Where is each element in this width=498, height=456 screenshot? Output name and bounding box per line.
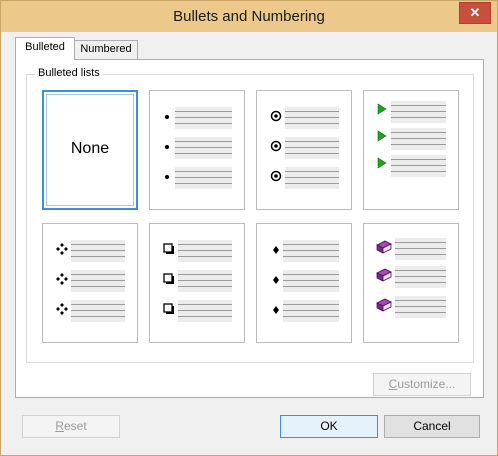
list-item [257, 270, 351, 294]
purple-book-bullet-icon [376, 240, 392, 254]
ok-button[interactable]: OK [280, 415, 378, 438]
list-item [364, 101, 458, 125]
four-diamond-bullet-icon [56, 303, 68, 315]
list-item [150, 300, 244, 324]
bullet-style-purple-book[interactable] [363, 223, 459, 343]
customize-button[interactable]: Customize... [373, 373, 471, 396]
list-item [150, 240, 244, 264]
bullet-style-none[interactable]: None [42, 90, 138, 210]
purple-book-bullet-icon [376, 298, 392, 312]
purple-book-bullet-icon [376, 268, 392, 282]
circled-dot-bullet-icon [270, 140, 282, 152]
list-item [150, 167, 244, 191]
hollow-square-bullet-icon [163, 303, 174, 314]
four-diamond-bullet-icon [56, 273, 68, 285]
none-label: None [70, 140, 110, 157]
list-item [364, 155, 458, 179]
green-arrow-bullet-icon [377, 130, 387, 142]
list-item [150, 270, 244, 294]
customize-accesskey: C [388, 377, 398, 391]
list-item [150, 137, 244, 161]
list-item [43, 270, 137, 294]
list-item [364, 238, 458, 262]
list-item [257, 167, 351, 191]
bulleted-lists-group: Bulleted lists None [26, 67, 474, 363]
list-item [364, 266, 458, 290]
dialog-title: Bullets and Numbering [173, 8, 325, 25]
bulleted-tab-panel: Bulleted lists None Customize... [15, 59, 484, 398]
tab-numbered[interactable]: Numbered [74, 40, 138, 59]
reset-label: eset [63, 419, 87, 433]
title-bar[interactable]: Bullets and Numbering ✕ [1, 1, 497, 32]
list-item [43, 240, 137, 264]
bullet-style-green-arrow[interactable] [363, 90, 459, 210]
hollow-square-bullet-icon [163, 273, 174, 284]
cancel-button[interactable]: Cancel [384, 415, 480, 438]
group-label: Bulleted lists [35, 67, 103, 79]
list-item [257, 137, 351, 161]
reset-button[interactable]: Reset [22, 415, 120, 438]
list-item [257, 107, 351, 131]
list-item [364, 296, 458, 320]
bullet-style-circled-dot[interactable] [256, 90, 352, 210]
small-dot-bullet-icon [165, 115, 169, 119]
circled-dot-bullet-icon [270, 110, 282, 122]
bullet-style-small-dot[interactable] [149, 90, 245, 210]
bullet-style-small-diamond[interactable] [256, 223, 352, 343]
list-item [257, 300, 351, 324]
list-item [43, 300, 137, 324]
circled-dot-bullet-icon [270, 170, 282, 182]
tab-bulleted[interactable]: Bulleted [15, 37, 75, 60]
green-arrow-bullet-icon [377, 103, 387, 115]
close-button[interactable]: ✕ [459, 2, 491, 24]
small-diamond-bullet-icon [273, 246, 279, 254]
bullet-style-hollow-square[interactable] [149, 223, 245, 343]
list-item [364, 128, 458, 152]
list-item [150, 107, 244, 131]
small-dot-bullet-icon [165, 145, 169, 149]
bullet-style-four-diamond[interactable] [42, 223, 138, 343]
hollow-square-bullet-icon [163, 243, 174, 254]
dialog-window: Bullets and Numbering ✕ Numbered Bullete… [0, 0, 498, 456]
list-item [257, 240, 351, 264]
four-diamond-bullet-icon [56, 243, 68, 255]
green-arrow-bullet-icon [377, 157, 387, 169]
customize-label: ustomize... [397, 377, 456, 391]
reset-accesskey: R [55, 419, 64, 433]
close-icon: ✕ [469, 5, 481, 20]
small-dot-bullet-icon [165, 175, 169, 179]
small-diamond-bullet-icon [273, 306, 279, 314]
small-diamond-bullet-icon [273, 276, 279, 284]
